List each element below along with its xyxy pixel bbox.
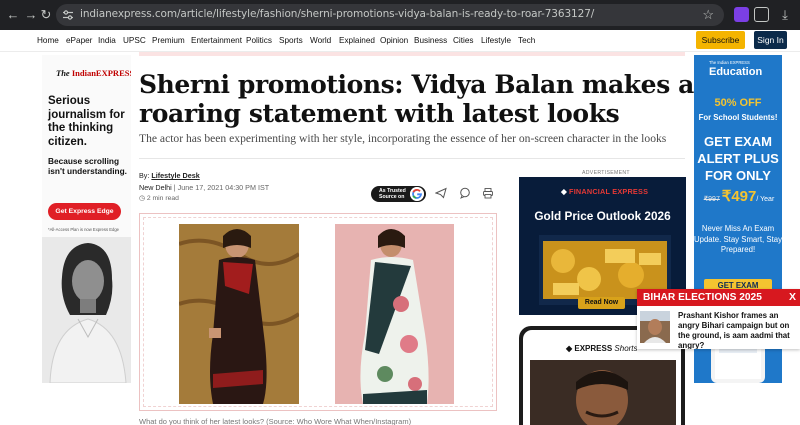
popup-story-link[interactable]: Prashant Kishor frames an angry Bihari c… <box>678 311 799 349</box>
comment-icon[interactable] <box>459 187 471 199</box>
nav-item-premium[interactable]: Premium <box>152 36 185 45</box>
left-ad-fine-print: *All-Access Plan is now Express Edge <box>48 227 119 232</box>
nav-item-lifestyle[interactable]: Lifestyle <box>481 36 511 45</box>
nav-item-cities[interactable]: Cities <box>453 36 473 45</box>
page: ← → ↻ indianexpress.com/article/lifestyl… <box>0 0 800 425</box>
extension-icon[interactable] <box>734 7 749 22</box>
nav-item-business[interactable]: Business <box>414 36 447 45</box>
nav-item-world[interactable]: World <box>310 36 331 45</box>
education-ad-offer: 50% OFF <box>714 97 762 109</box>
nav-item-politics[interactable]: Politics <box>246 36 272 45</box>
popup-thumbnail[interactable] <box>640 311 670 343</box>
popup-title: BIHAR ELECTIONS 2025 <box>643 292 762 303</box>
nav-item-entertainment[interactable]: Entertainment <box>191 36 242 45</box>
download-icon[interactable]: ⤓ <box>776 6 794 24</box>
left-ad-subhead: Because scrolling isn't understanding. <box>48 156 127 176</box>
address-bar[interactable]: indianexpress.com/article/lifestyle/fash… <box>56 4 724 26</box>
telegram-share-icon[interactable] <box>435 187 447 199</box>
print-icon[interactable] <box>482 187 494 199</box>
nav-item-india[interactable]: India <box>98 36 116 45</box>
puzzle-icon[interactable] <box>754 7 769 22</box>
financial-express-logo: ◆ FINANCIAL EXPRESS <box>561 187 649 196</box>
byline: By: Lifestyle Desk <box>139 171 200 180</box>
signin-button[interactable]: Sign In <box>754 31 787 49</box>
bookmark-star-icon[interactable]: ☆ <box>702 7 714 23</box>
shorts-video-thumbnail[interactable] <box>530 360 676 425</box>
nav-item-explained[interactable]: Explained <box>339 36 375 45</box>
education-ad-headline: GET EXAM ALERT PLUS FOR ONLY <box>697 134 779 183</box>
read-now-button[interactable]: Read Now <box>578 297 625 309</box>
google-icon <box>410 187 424 201</box>
left-ad-woman-photo <box>42 237 131 383</box>
divider <box>139 158 685 159</box>
left-ad-headline: Serious journalism for the thinking citi… <box>48 95 125 148</box>
browser-toolbar: ← → ↻ indianexpress.com/article/lifestyl… <box>0 0 800 30</box>
get-express-edge-button[interactable]: Get Express Edge <box>48 203 121 220</box>
education-ad-price: ₹997 ₹497/ Year <box>703 188 775 205</box>
author-link[interactable]: Lifestyle Desk <box>151 171 199 180</box>
read-time: ◷ 2 min read <box>139 195 179 202</box>
nav-item-home[interactable]: Home <box>37 36 59 45</box>
site-nav: Home ePaper India UPSC Premium Entertain… <box>0 30 800 52</box>
left-ad[interactable]: The IndianEXPRESS Serious journalism for… <box>42 55 131 383</box>
advertisement-label: ADVERTISEMENT <box>582 170 630 176</box>
express-shorts-logo: ◆ EXPRESS Shorts <box>566 344 638 353</box>
close-icon[interactable]: X <box>789 291 796 303</box>
article-deck: The actor has been experimenting with he… <box>139 132 667 145</box>
nav-item-tech[interactable]: Tech <box>518 36 535 45</box>
clock-icon: ◷ <box>139 195 145 202</box>
vidya-balan-photo-floral-saree[interactable] <box>335 224 454 404</box>
nav-item-epaper[interactable]: ePaper <box>66 36 92 45</box>
education-ad-logo: Education <box>709 66 763 78</box>
nav-item-opinion[interactable]: Opinion <box>380 36 408 45</box>
site-settings-icon[interactable] <box>62 9 74 21</box>
trusted-source-google-button[interactable]: As Trusted Source on <box>371 186 426 202</box>
reload-icon[interactable]: ↻ <box>37 6 55 24</box>
indian-express-logo: The IndianEXPRESS <box>56 68 131 78</box>
url-text[interactable]: indianexpress.com/article/lifestyle/fash… <box>80 8 594 20</box>
education-ad-subtext: Never Miss An Exam Update. Stay Smart, S… <box>694 224 782 254</box>
subscribe-button[interactable]: Subscribe <box>696 31 745 49</box>
nav-item-sports[interactable]: Sports <box>279 36 303 45</box>
bihar-elections-popup[interactable]: BIHAR ELECTIONS 2025 X Prashant Kishor f… <box>637 289 800 349</box>
top-ad-strip <box>139 52 685 56</box>
dateline: New Delhi | June 17, 2021 04:30 PM IST <box>139 183 270 192</box>
nav-item-upsc[interactable]: UPSC <box>123 36 146 45</box>
fe-ad-headline: Gold Price Outlook 2026 <box>534 209 671 223</box>
article-title: Sherni promotions: Vidya Balan makes a r… <box>139 70 694 128</box>
education-ad-offer-for: For School Students! <box>698 113 778 122</box>
back-icon[interactable]: ← <box>4 6 22 24</box>
image-caption: What do you think of her latest looks? (… <box>139 417 412 425</box>
publish-date: June 17, 2021 04:30 PM IST <box>177 183 270 192</box>
vidya-balan-photo-black-saree[interactable] <box>179 224 299 404</box>
education-ad-logo-small: The Indian EXPRESS <box>709 60 750 65</box>
